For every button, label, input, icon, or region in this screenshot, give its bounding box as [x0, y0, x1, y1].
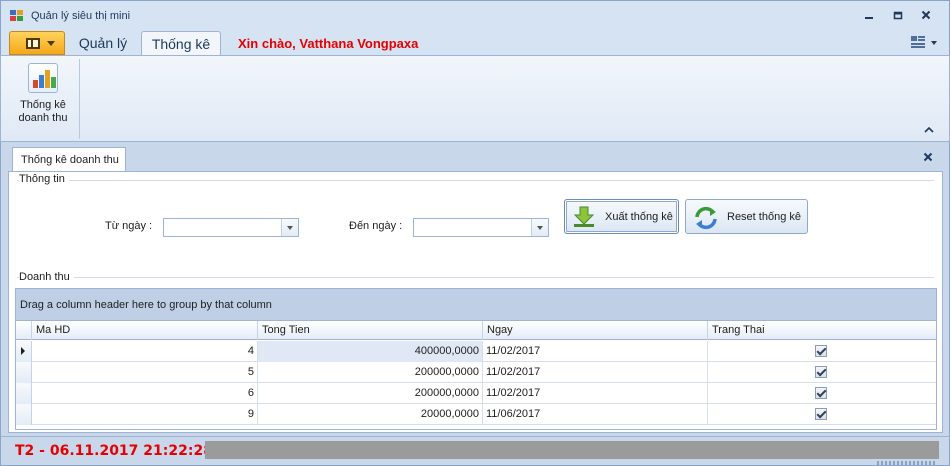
status-checkbox[interactable]	[815, 345, 827, 357]
from-date-picker[interactable]	[163, 218, 299, 237]
download-arrow-icon	[573, 206, 595, 227]
ribbon-panel: Thống kê doanh thu	[0, 55, 950, 142]
table-row[interactable]: 5 200000,0000 11/02/2017	[16, 362, 936, 383]
to-date-dropdown-icon[interactable]	[531, 219, 548, 236]
application-menu-button[interactable]	[9, 31, 65, 55]
close-icon	[921, 10, 931, 20]
cell-tong-tien[interactable]: 200000,0000	[258, 362, 483, 383]
table-row[interactable]: 4 400000,0000 11/02/2017	[16, 341, 936, 362]
export-statistics-button[interactable]: Xuất thống kê	[564, 199, 679, 234]
ribbon-group-separator	[79, 59, 80, 139]
cell-ma-hd[interactable]: 4	[32, 341, 258, 362]
table-row[interactable]: 9 20000,0000 11/06/2017	[16, 404, 936, 425]
revenue-group-caption: Doanh thu	[19, 271, 74, 283]
chevron-down-icon	[47, 41, 55, 46]
refresh-icon	[695, 206, 717, 230]
cell-ngay[interactable]: 11/06/2017	[483, 404, 708, 425]
status-datetime: T2 - 06.11.2017 21:22:28	[15, 443, 213, 459]
table-row[interactable]: 6 200000,0000 11/02/2017	[16, 383, 936, 404]
reset-statistics-label: Reset thống kê	[727, 211, 801, 223]
status-bar-fill	[205, 441, 939, 459]
to-date-value	[414, 221, 417, 233]
revenue-statistics-button[interactable]: Thống kê doanh thu	[9, 59, 77, 134]
document-area: Thống kê doanh thu Thông tin Từ ngày : Đ…	[0, 142, 950, 436]
cell-tong-tien[interactable]: 400000,0000	[258, 341, 483, 362]
status-bar: T2 - 06.11.2017 21:22:28	[0, 436, 950, 466]
app-icon	[10, 10, 23, 21]
revenue-group-border	[17, 277, 934, 278]
close-icon	[923, 152, 933, 162]
from-date-value	[164, 221, 167, 233]
status-checkbox[interactable]	[815, 366, 827, 378]
cell-trang-thai[interactable]	[708, 404, 936, 425]
tab-quan-ly[interactable]: Quản lý	[71, 31, 135, 55]
cell-ma-hd[interactable]: 9	[32, 404, 258, 425]
column-header-tong-tien[interactable]: Tong Tien	[258, 321, 483, 340]
close-button[interactable]	[918, 9, 934, 23]
to-date-picker[interactable]	[413, 218, 549, 237]
cell-trang-thai[interactable]	[708, 362, 936, 383]
layout-dropdown-chevron-icon[interactable]	[931, 41, 937, 45]
reset-statistics-button[interactable]: Reset thống kê	[685, 199, 808, 234]
minimize-icon	[865, 17, 873, 19]
column-header-trang-thai[interactable]: Trang Thai	[708, 321, 936, 340]
close-document-button[interactable]	[923, 151, 933, 164]
current-row-arrow-icon	[21, 347, 25, 355]
export-statistics-label: Xuất thống kê	[605, 211, 673, 223]
tab-thong-ke[interactable]: Thống kê	[141, 31, 221, 55]
revenue-grid: Drag a column header here to group by th…	[15, 288, 937, 430]
chevron-up-icon	[924, 126, 934, 133]
cell-tong-tien[interactable]: 200000,0000	[258, 383, 483, 404]
greeting-text: Xin chào, Vatthana Vongpaxa	[238, 36, 419, 51]
restore-button[interactable]	[890, 9, 906, 23]
grid-header: Ma HD Tong Tien Ngay Trang Thai	[16, 321, 936, 340]
group-by-panel[interactable]: Drag a column header here to group by th…	[16, 289, 936, 321]
cell-ngay[interactable]: 11/02/2017	[483, 383, 708, 404]
minimize-button[interactable]	[861, 9, 877, 23]
column-header-ma-hd[interactable]: Ma HD	[32, 321, 258, 340]
header-indicator	[16, 321, 32, 340]
row-indicator[interactable]	[16, 404, 32, 425]
row-indicator[interactable]	[16, 362, 32, 383]
row-indicator[interactable]	[16, 383, 32, 404]
info-group-border	[17, 180, 934, 181]
cell-ngay[interactable]: 11/02/2017	[483, 341, 708, 362]
from-date-dropdown-icon[interactable]	[281, 219, 298, 236]
status-checkbox[interactable]	[815, 387, 827, 399]
cell-ma-hd[interactable]: 5	[32, 362, 258, 383]
info-group-caption: Thông tin	[19, 173, 69, 185]
window-title: Quản lý siêu thị mini	[31, 10, 131, 22]
to-date-label: Đến ngày :	[349, 220, 403, 232]
application-menu-icon	[26, 38, 40, 49]
cell-trang-thai[interactable]	[708, 341, 936, 362]
cell-tong-tien[interactable]: 20000,0000	[258, 404, 483, 425]
from-date-label: Từ ngày :	[105, 220, 153, 232]
status-checkbox[interactable]	[815, 408, 827, 420]
title-bar: Quản lý siêu thị mini	[0, 0, 950, 30]
column-header-ngay[interactable]: Ngay	[483, 321, 708, 340]
collapse-ribbon-button[interactable]	[923, 126, 935, 136]
resize-grip-icon[interactable]	[877, 461, 937, 465]
ribbon-tab-row: Quản lý Thống kê Xin chào, Vatthana Vong…	[0, 30, 950, 55]
row-indicator[interactable]	[16, 341, 32, 362]
cell-ma-hd[interactable]: 6	[32, 383, 258, 404]
document-tab[interactable]: Thống kê doanh thu	[12, 147, 126, 171]
cell-ngay[interactable]: 11/02/2017	[483, 362, 708, 383]
restore-icon	[893, 11, 903, 20]
bar-chart-icon	[28, 63, 58, 93]
revenue-statistics-panel: Thông tin Từ ngày : Đến ngày : Xuất thốn…	[8, 171, 943, 433]
revenue-statistics-label: Thống kê doanh thu	[18, 99, 68, 124]
layout-options-icon[interactable]	[911, 36, 925, 48]
cell-trang-thai[interactable]	[708, 383, 936, 404]
